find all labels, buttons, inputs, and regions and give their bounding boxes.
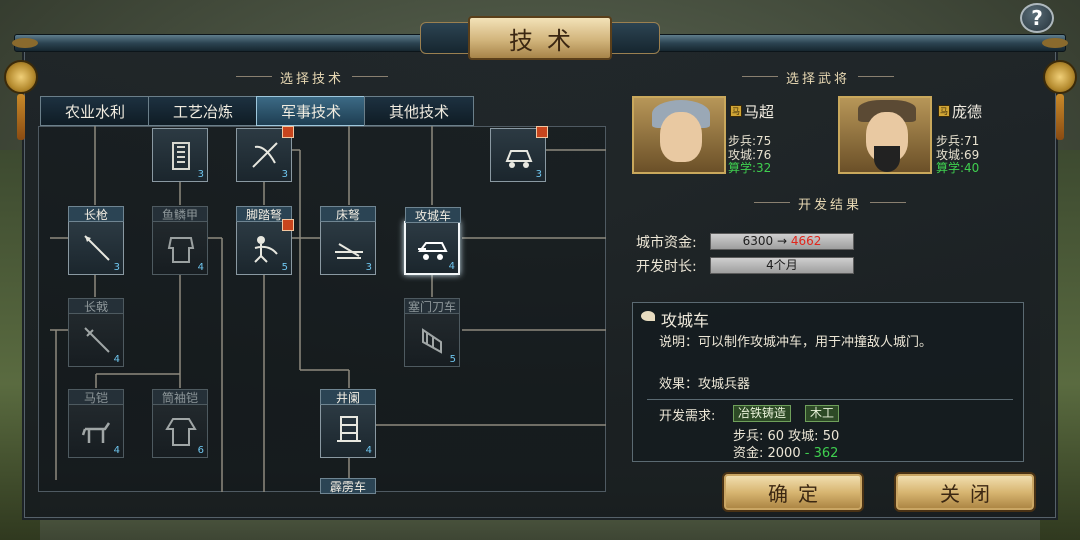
leaf-icon xyxy=(641,311,655,321)
confirm-button[interactable]: 确定 xyxy=(722,472,864,512)
spear-icon xyxy=(84,235,110,261)
scale-armor-icon xyxy=(167,237,195,263)
tech-level: 4 xyxy=(113,354,120,365)
faction-badge: 马 xyxy=(730,105,742,117)
completed-check-icon xyxy=(536,126,548,138)
tech-label: 攻城车 xyxy=(405,207,461,223)
time-value: 4个月 xyxy=(710,257,854,274)
requirement-tag: 冶铁铸造 xyxy=(733,405,792,422)
siege-ram-icon xyxy=(418,242,448,260)
cost-value: 资金: 2000 xyxy=(733,446,801,461)
tech-node-siege-tower[interactable]: 井阑 4 xyxy=(320,389,376,458)
crossbow-icon xyxy=(252,142,278,168)
tech-node-siege-ram[interactable]: 攻城车 4 xyxy=(404,207,461,275)
tech-name: 攻城车 xyxy=(661,311,710,330)
tech-node-scale-armor[interactable]: 鱼鳞甲 4 xyxy=(152,206,208,275)
tech-description: 说明：可以制作攻城冲车，用于冲撞敌人城门。 xyxy=(659,335,933,350)
tech-node-halberd[interactable]: 长戟 4 xyxy=(68,298,124,367)
tech-level: 6 xyxy=(197,445,204,456)
cost-delta: - 362 xyxy=(804,446,839,461)
tech-level: 5 xyxy=(281,262,288,273)
tech-level: 4 xyxy=(448,261,455,272)
divider xyxy=(647,399,1013,400)
tech-label: 鱼鳞甲 xyxy=(152,206,208,222)
tech-label: 井阑 xyxy=(320,389,376,405)
tech-label: 长枪 xyxy=(68,206,124,222)
time-label: 开发时长: xyxy=(636,259,697,275)
tech-label: 马铠 xyxy=(68,389,124,405)
blade-cart-icon xyxy=(422,328,442,354)
general-infantry: 步兵:75 xyxy=(728,134,772,148)
general-portrait-ma-chao[interactable] xyxy=(632,96,726,174)
general-arithmetic: 算学:40 xyxy=(936,161,980,175)
tech-level: 5 xyxy=(449,354,456,365)
tech-level: 3 xyxy=(281,169,288,180)
tech-node-armor[interactable]: 3 xyxy=(152,128,208,182)
bed-crossbow-icon xyxy=(335,243,363,259)
lamellar-armor-icon xyxy=(172,142,190,170)
tech-node-horse-armor[interactable]: 马铠 4 xyxy=(68,389,124,458)
beard xyxy=(874,146,900,172)
tech-label: 长戟 xyxy=(68,298,124,314)
completed-check-icon xyxy=(282,219,294,231)
general-name: 马超 xyxy=(744,103,775,121)
tech-label: 床弩 xyxy=(320,206,376,222)
requirements-label: 开发需求: xyxy=(659,409,716,424)
tech-level: 3 xyxy=(365,262,372,273)
general-siege: 攻城:69 xyxy=(936,148,980,162)
requirement-tag: 木工 xyxy=(805,405,840,422)
funds-label: 城市资金: xyxy=(636,235,697,251)
sleeved-armor-icon xyxy=(165,418,197,446)
siege-tower-icon xyxy=(337,416,361,442)
tech-label: 筒袖铠 xyxy=(152,389,208,405)
funds-value: 6300 → 4662 xyxy=(710,233,854,250)
face xyxy=(660,112,702,162)
halberd-icon xyxy=(84,327,110,353)
funds-from: 6300 → xyxy=(742,234,788,248)
tech-effect: 效果：攻城兵器 xyxy=(659,377,751,392)
tech-label-catapult[interactable]: 霹雳车 xyxy=(320,478,376,494)
tech-level: 4 xyxy=(113,445,120,456)
general-siege: 攻城:76 xyxy=(728,148,772,162)
tech-level: 4 xyxy=(365,445,372,456)
general-arithmetic: 算学:32 xyxy=(728,161,772,175)
tech-node-blade-cart[interactable]: 塞门刀车 5 xyxy=(404,298,460,367)
siege-cart-icon xyxy=(505,150,533,168)
tech-label: 塞门刀车 xyxy=(404,298,460,314)
tech-level: 3 xyxy=(197,169,204,180)
tech-node-bow[interactable]: 3 xyxy=(236,126,294,182)
tech-description-box: 攻城车 说明：可以制作攻城冲车，用于冲撞敌人城门。 效果：攻城兵器 开发需求: … xyxy=(632,302,1024,462)
tech-level: 3 xyxy=(113,262,120,273)
close-button[interactable]: 关闭 xyxy=(894,472,1036,512)
tech-level: 4 xyxy=(197,262,204,273)
funds-to: 4662 xyxy=(790,234,822,248)
tech-node-sleeved-armor[interactable]: 筒袖铠 6 xyxy=(152,389,208,458)
tech-level: 3 xyxy=(535,169,542,180)
completed-check-icon xyxy=(282,126,294,138)
general-infantry: 步兵:71 xyxy=(936,134,980,148)
tech-node-foot-crossbow[interactable]: 脚踏弩 5 xyxy=(236,206,294,275)
tech-node-bed-crossbow[interactable]: 床弩 3 xyxy=(320,206,376,275)
general-name: 庞德 xyxy=(952,103,983,121)
general-portrait-pang-de[interactable] xyxy=(838,96,932,174)
requirement-cost: 资金: 2000 - 362 xyxy=(733,442,838,461)
tech-node-spear[interactable]: 长枪 3 xyxy=(68,206,124,275)
tech-node-cart[interactable]: 3 xyxy=(490,126,548,182)
faction-badge: 马 xyxy=(938,105,950,117)
horse-armor-icon xyxy=(81,422,111,443)
foot-crossbow-icon xyxy=(254,236,278,263)
